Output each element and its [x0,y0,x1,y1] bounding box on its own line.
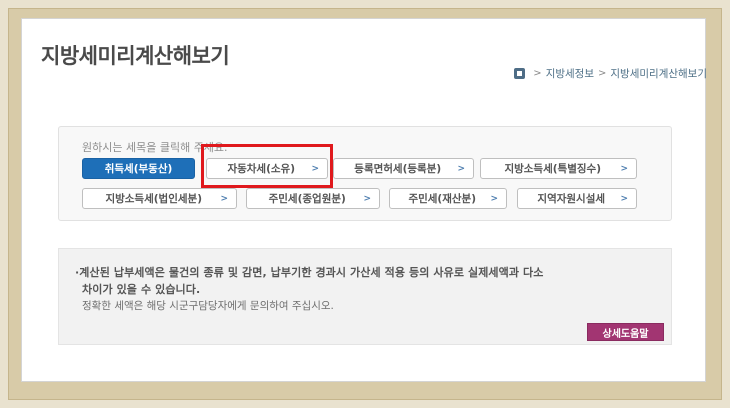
breadcrumb-separator: > [533,68,542,79]
breadcrumb-item-current: 지방세미리계산해보기 [610,68,707,80]
tax-button-label: 지역자원시설세 [537,193,606,205]
tax-button-label: 주민세(재산분) [408,193,476,205]
selector-prompt: 원하시는 세목을 클릭해 주세요. [82,141,228,154]
chevron-right-icon: > [620,163,628,174]
chevron-right-icon: > [311,163,319,174]
tax-button-label: 지방소득세(특별징수) [504,163,601,175]
tax-button-regional-resource[interactable]: 지역자원시설세 > [517,188,637,209]
tax-button-registration-license[interactable]: 등록면허세(등록분) > [333,158,474,179]
page-title: 지방세미리계산해보기 [41,44,230,68]
chevron-right-icon: > [620,193,628,204]
tax-button-acquisition-realestate[interactable]: 취득세(부동산) [82,158,195,179]
tax-button-label: 자동차세(소유) [227,163,295,175]
tax-button-local-income-corporate[interactable]: 지방소득세(법인세분) > [82,188,237,209]
breadcrumb-item-local-tax-info[interactable]: 지방세정보 [546,66,594,81]
notice-line-2: 차이가 있을 수 있습니다. [82,283,201,296]
tax-button-label: 지방소득세(법인세분) [105,193,202,205]
notice-line-3: 정확한 세액은 해당 시군구담당자에게 문의하여 주십시오. [82,300,334,312]
detailed-help-button[interactable]: 상세도움말 [587,323,664,341]
home-icon[interactable] [514,68,526,79]
tax-button-label: 취득세(부동산) [104,163,173,175]
chevron-right-icon: > [220,193,228,204]
tax-button-label: 등록면허세(등록분) [354,163,442,175]
notice-line-1: ·계산된 납부세액은 물건의 종류 및 감면, 납부기한 경과시 가산세 적용 … [75,266,544,279]
tax-button-resident-property[interactable]: 주민세(재산분) > [389,188,507,209]
chevron-right-icon: > [457,163,465,174]
tax-button-resident-employee[interactable]: 주민세(종업원분) > [246,188,380,209]
breadcrumb-separator: > [598,68,607,79]
breadcrumb: > 지방세정보 > 지방세미리계산해보기 [514,66,707,81]
chevron-right-icon: > [490,193,498,204]
tax-button-label: 주민세(종업원분) [268,193,346,205]
tax-button-vehicle-ownership[interactable]: 자동차세(소유) > [206,158,328,179]
chevron-right-icon: > [363,193,371,204]
tax-button-local-income-special[interactable]: 지방소득세(특별징수) > [480,158,637,179]
